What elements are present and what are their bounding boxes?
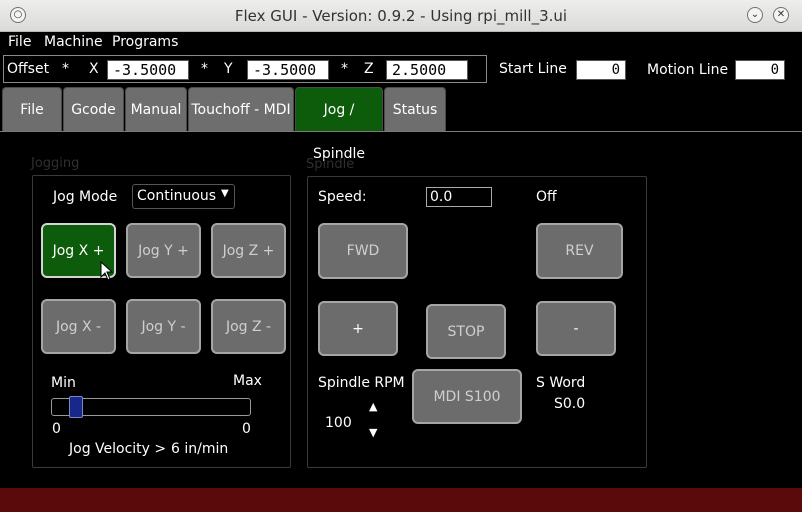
spindle-fwd-button[interactable]: FWD: [318, 223, 408, 279]
jog-mode-select[interactable]: Continuous ▼: [132, 184, 235, 209]
spin-down-icon[interactable]: ▼: [369, 426, 377, 439]
z-label: Z: [364, 61, 374, 77]
spindle-rpm-label: Spindle RPM: [318, 375, 405, 391]
slider-max-value: 0: [242, 421, 251, 437]
jog-y-minus-button[interactable]: Jog Y -: [126, 299, 201, 354]
x-value: -3.5000: [107, 60, 189, 80]
menu-file[interactable]: File: [8, 34, 31, 50]
window-title: Flex GUI - Version: 0.9.2 - Using rpi_mi…: [234, 7, 568, 25]
spindle-state: Off: [536, 189, 557, 205]
spindle-decrease-button[interactable]: -: [536, 301, 616, 356]
z-value: 2.5000: [386, 60, 468, 80]
tab-gcode[interactable]: Gcode: [63, 87, 124, 131]
jog-z-plus-button[interactable]: Jog Z +: [211, 223, 286, 278]
spindle-increase-button[interactable]: +: [318, 301, 398, 356]
tab-manual[interactable]: Manual: [125, 87, 187, 131]
start-line-label: Start Line: [499, 61, 567, 77]
s-word-value: S0.0: [554, 396, 586, 412]
y-value: -3.5000: [247, 60, 329, 80]
status-footer: [0, 488, 802, 512]
z-star: *: [341, 61, 348, 77]
jog-z-minus-button[interactable]: Jog Z -: [211, 299, 286, 354]
chevron-down-icon: ▼: [221, 188, 229, 199]
mouse-cursor-icon: [100, 261, 114, 281]
tab-jog-spindle[interactable]: Jog / Spindle: [295, 87, 383, 162]
spindle-stop-button[interactable]: STOP: [426, 304, 506, 359]
dro-panel: Offset * X -3.5000 * Y -3.5000 * Z 2.500…: [3, 55, 487, 83]
slider-handle[interactable]: [69, 396, 84, 418]
slider-min-value: 0: [52, 421, 61, 437]
mdi-s100-button[interactable]: MDI S100: [412, 369, 522, 424]
tab-status[interactable]: Status: [384, 87, 446, 131]
spindle-group-title: Spindle: [306, 157, 355, 172]
tab-touchoff-mdi[interactable]: Touchoff - MDI: [188, 87, 294, 131]
rpm-spinner[interactable]: ▲ ▼: [363, 396, 391, 446]
menu-machine[interactable]: Machine: [44, 34, 103, 50]
x-label: X: [89, 61, 99, 77]
offset-label: Offset: [7, 61, 50, 77]
tab-divider: [0, 131, 802, 132]
motion-line-label: Motion Line: [647, 62, 729, 78]
menu-bar: File Machine Programs: [0, 32, 802, 54]
menu-programs[interactable]: Programs: [112, 34, 178, 50]
jog-velocity-label: Jog Velocity >: [69, 441, 167, 457]
start-line-value: 0: [576, 60, 626, 80]
s-word-label: S Word: [536, 375, 586, 391]
jogging-group-title: Jogging: [31, 156, 80, 171]
y-star: *: [201, 61, 208, 77]
close-icon[interactable]: ✕: [773, 7, 789, 23]
y-label: Y: [224, 61, 233, 77]
jog-mode-label: Jog Mode: [53, 189, 118, 205]
velocity-min-label: Min: [51, 375, 76, 391]
jog-velocity-value: 6 in/min: [171, 441, 229, 457]
spindle-rpm-value[interactable]: 100: [325, 415, 352, 431]
jog-mode-value: Continuous: [137, 188, 217, 204]
x-star: *: [62, 61, 69, 77]
motion-line-value: 0: [735, 60, 785, 80]
minimize-icon[interactable]: ⌄: [747, 7, 763, 23]
speed-label: Speed:: [318, 189, 367, 205]
jog-y-plus-button[interactable]: Jog Y +: [126, 223, 201, 278]
spin-up-icon[interactable]: ▲: [369, 400, 377, 413]
tab-file[interactable]: File: [2, 87, 62, 131]
velocity-max-label: Max: [233, 373, 262, 389]
jog-x-minus-button[interactable]: Jog X -: [41, 299, 116, 354]
spindle-rev-button[interactable]: REV: [536, 223, 623, 279]
speed-field: 0.0: [426, 187, 492, 207]
title-bar: ○ Flex GUI - Version: 0.9.2 - Using rpi_…: [0, 0, 802, 32]
